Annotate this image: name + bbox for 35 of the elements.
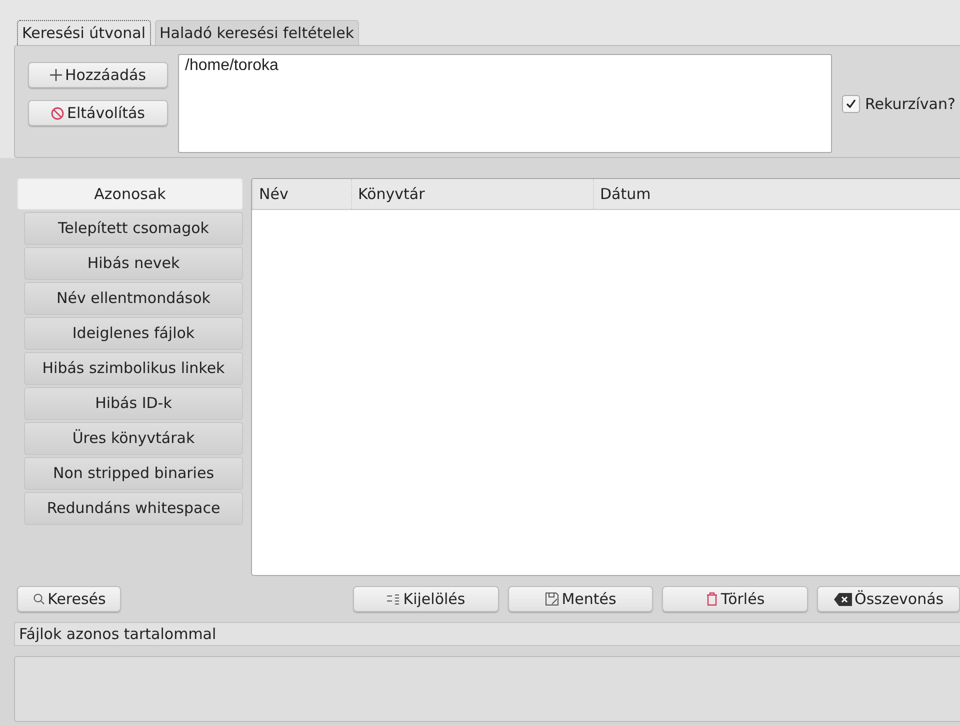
backspace-icon — [834, 592, 852, 606]
category-tab[interactable]: Hibás nevek — [24, 247, 243, 280]
tab[interactable]: Haladó keresési feltételek — [154, 20, 360, 45]
add-button[interactable]: Hozzáadás — [28, 62, 168, 88]
category-tab[interactable]: Non stripped binaries — [24, 457, 243, 490]
floppy-icon — [544, 592, 559, 606]
delete-button[interactable]: Törlés — [662, 586, 808, 612]
column-header[interactable]: Dátum — [593, 179, 960, 209]
category-tab[interactable]: Név ellentmondások — [24, 282, 243, 315]
tab[interactable]: Keresési útvonal — [17, 20, 150, 45]
checkbox[interactable] — [842, 94, 860, 112]
column-header[interactable]: Név — [252, 179, 351, 209]
save-button[interactable]: Mentés — [508, 586, 654, 612]
list-icon — [386, 593, 400, 605]
trash-icon — [706, 592, 718, 606]
category-tab[interactable]: Ideiglenes fájlok — [24, 317, 243, 350]
category-tab[interactable]: Telepített csomagok — [24, 212, 243, 245]
category-tab[interactable]: Hibás ID-k — [24, 387, 243, 420]
path-item[interactable]: /home/toroka — [185, 57, 825, 75]
plus-icon — [50, 69, 62, 81]
search-icon — [32, 593, 45, 605]
column-header[interactable]: Könyvtár — [351, 179, 593, 209]
merge-button[interactable]: Összevonás — [817, 586, 960, 612]
path-list[interactable]: /home/toroka — [178, 54, 832, 153]
category-tab[interactable]: Azonosak — [17, 178, 243, 210]
prohibited-icon — [51, 106, 64, 120]
select-button[interactable]: Kijelölés — [352, 586, 499, 612]
checkmark-icon — [846, 99, 856, 108]
category-tab[interactable]: Üres könyvtárak — [24, 422, 243, 455]
category-tab[interactable]: Hibás szimbolikus linkek — [24, 352, 243, 385]
search-button[interactable]: Keresés — [17, 586, 122, 612]
remove-button[interactable]: Eltávolítás — [28, 100, 168, 126]
category-tab[interactable]: Redundáns whitespace — [24, 492, 243, 525]
recursive-checkbox[interactable]: Rekurzívan? — [842, 54, 956, 153]
status-bar: Fájlok azonos tartalommal — [14, 622, 960, 646]
